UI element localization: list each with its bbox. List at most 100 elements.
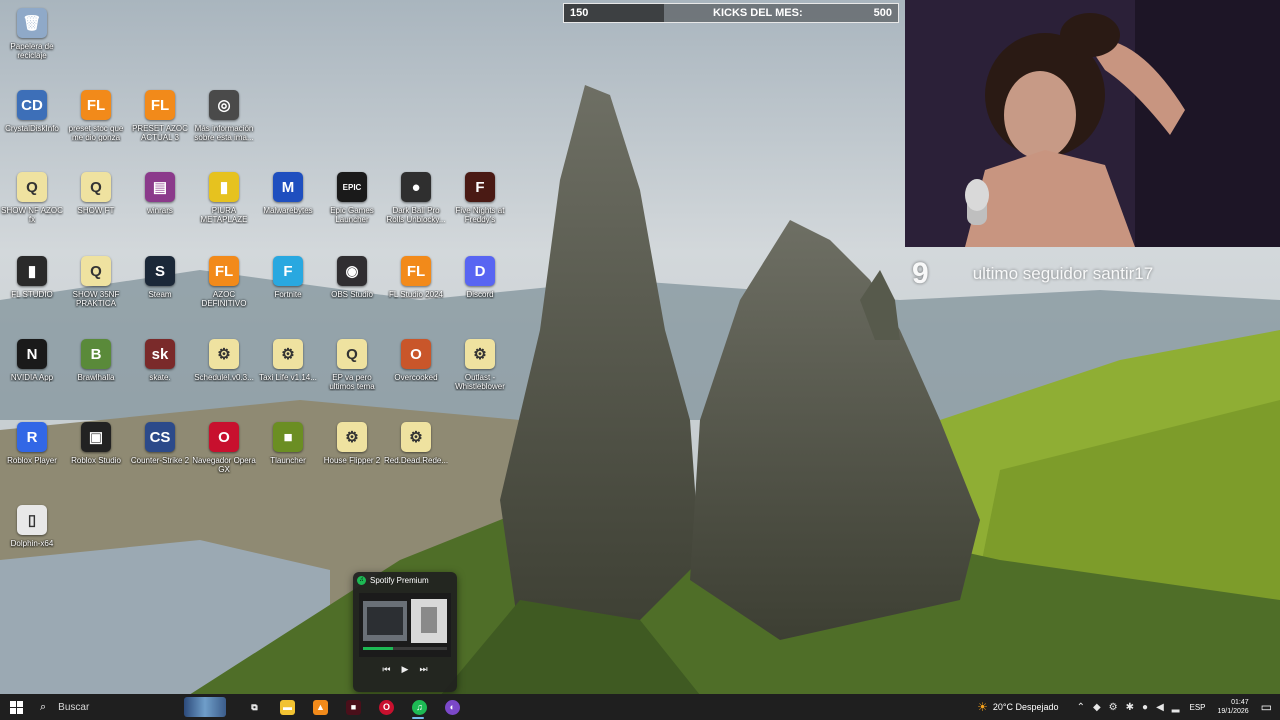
desktop-icon[interactable]: FL FL Studio 2024 — [384, 254, 448, 332]
desktop-icon[interactable]: M Malwarebytes — [256, 170, 320, 248]
desktop-icon[interactable]: ▮ PIURA METAPLAZE — [192, 170, 256, 248]
desktop-icon[interactable]: O Overcooked — [384, 337, 448, 415]
desktop-icon[interactable]: EPIC Epic Games Launcher — [320, 170, 384, 248]
app-icon: Q — [17, 172, 47, 202]
weather-widget[interactable]: ☀ 20°C Despejado — [977, 700, 1058, 714]
desktop-icon[interactable]: ⚙ Outlast - Whistleblower — [448, 337, 512, 415]
desktop-icon[interactable]: B Brawlhalla — [64, 337, 128, 415]
microphone-icon[interactable]: ● — [1142, 702, 1148, 713]
desktop-icon[interactable]: FL AZOC DEFINITIVO — [192, 254, 256, 332]
app-icon: Q — [81, 256, 111, 286]
spotify-icon: ♫ — [357, 576, 366, 585]
desktop-icon-label: PRESET AZOC ACTUAL 3 — [132, 124, 188, 142]
desktop-icon-label: Red.Dead.Rede... — [384, 456, 448, 465]
desktop-icon[interactable]: Q SHOW FT — [64, 170, 128, 248]
desktop-icon-label: Steam — [148, 290, 172, 299]
discord-purple-icon: ◐ — [445, 699, 460, 715]
desktop-icon-label: NVIDIA App — [10, 373, 54, 382]
desktop-icon[interactable]: ▣ Roblox Studio — [64, 420, 128, 498]
spotify-thumbnail-preview[interactable]: ♫ Spotify Premium ⏮ ▶ ⏭ — [353, 572, 457, 692]
network-icon[interactable]: ▂ — [1172, 702, 1180, 713]
desktop-icon[interactable]: 🗑 Papelera de reciclaje — [0, 6, 64, 84]
desktop-icon-label: PIURA METAPLAZE — [200, 206, 248, 224]
spotify-preview-title: Spotify Premium — [370, 576, 429, 585]
chevron-up-icon[interactable]: ⌃ — [1077, 702, 1085, 713]
volume-icon[interactable]: ◀ — [1156, 702, 1164, 713]
desktop-icon[interactable]: ◉ OBS Studio — [320, 254, 384, 332]
desktop-icon[interactable]: F Fortnite — [256, 254, 320, 332]
taskbar-app-task-view[interactable]: ⧉ — [238, 694, 271, 720]
opera-gx-icon: O — [379, 699, 394, 715]
app-icon: M — [273, 172, 303, 202]
desktop-icon[interactable]: Q SHOW 35NF PRAKTICA — [64, 254, 128, 332]
app-icon: ⚙ — [209, 339, 239, 369]
desktop-icon[interactable]: Q SHOW NF AZOC fx — [0, 170, 64, 248]
app-icon: O — [401, 339, 431, 369]
desktop-icon[interactable]: FL preset stoc que me dio gonza — [64, 88, 128, 166]
app-icon: B — [81, 339, 111, 369]
fl-studio-icon: ▲ — [313, 699, 328, 715]
desktop-icon[interactable]: ■ Tlauncher — [256, 420, 320, 498]
weather-text: 20°C Despejado — [992, 702, 1059, 712]
desktop-icon-label: Fortnite — [274, 290, 302, 299]
settings-tray-icon[interactable]: ⚙ — [1109, 702, 1118, 713]
app-icon: R — [17, 422, 47, 452]
app-icon: Q — [337, 339, 367, 369]
app-icon: FL — [81, 90, 111, 120]
start-button[interactable] — [0, 694, 32, 720]
desktop-icon[interactable]: S Steam — [128, 254, 192, 332]
windows-logo-icon — [9, 700, 23, 714]
taskbar-search-box[interactable]: ⌕ Buscar — [32, 694, 226, 720]
desktop-icon-label: FL STUDIO — [11, 290, 53, 299]
taskbar-app-discord-purple[interactable]: ◐ — [436, 694, 469, 720]
desktop-icon[interactable]: D Discord — [448, 254, 512, 332]
taskbar-app-spotify[interactable]: ♫ — [403, 694, 436, 720]
taskbar-app-app-dark[interactable]: ■ — [337, 694, 370, 720]
desktop-icon-label: preset stoc que me dio gonza — [68, 124, 124, 142]
desktop-icon[interactable]: CS Counter-Strike 2 — [128, 420, 192, 498]
notification-icon[interactable]: ▭ — [1261, 700, 1272, 714]
previous-track-icon[interactable]: ⏮ — [382, 664, 390, 675]
desktop-icon-label: AZOC DEFINITIVO — [201, 290, 247, 308]
desktop-icon[interactable]: ● Dark Ball Pro Rolls Unblocky... — [384, 170, 448, 248]
taskbar-app-fl-studio[interactable]: ▲ — [304, 694, 337, 720]
app-icon: F — [465, 172, 495, 202]
last-follower-text: ultimo seguidor santir17 — [972, 264, 1154, 283]
desktop-icon[interactable]: ◎ Más información sobre esta ima... — [192, 88, 256, 166]
desktop-icon[interactable]: Q EP va pero ultimos tema — [320, 337, 384, 415]
desktop-icon[interactable]: CD CrystalDiskInfo — [0, 88, 64, 166]
search-icon: ⌕ — [40, 700, 47, 713]
desktop-icon[interactable]: ⚙ Red.Dead.Rede... — [384, 420, 448, 498]
desktop-icon[interactable]: ⚙ Taxi Life v1.14... — [256, 337, 320, 415]
desktop-icon[interactable]: ⚙ ScheduleI.v0.3... — [192, 337, 256, 415]
desktop-icon-label: Malwarebytes — [263, 206, 313, 215]
spotify-icon: ♫ — [412, 699, 427, 715]
desktop-icon[interactable]: ▮ FL STUDIO — [0, 254, 64, 332]
desktop-icon[interactable]: ▤ winrars — [128, 170, 192, 248]
desktop-icon[interactable]: FL PRESET AZOC ACTUAL 3 — [128, 88, 192, 166]
taskbar-clock[interactable]: 01:47 19/1/2026 — [1218, 698, 1249, 716]
desktop-icon-label: OBS Studio — [331, 290, 373, 299]
desktop-icon[interactable]: F Five Nights at Freddy's — [448, 170, 512, 248]
next-track-icon[interactable]: ⏭ — [419, 664, 427, 675]
desktop-icon-label: Tlauncher — [270, 456, 306, 465]
desktop-icon-label: SHOW FT — [77, 206, 115, 215]
desktop-icon[interactable]: ⚙ House Flipper 2 — [320, 420, 384, 498]
bluetooth-icon[interactable]: ✱ — [1126, 702, 1134, 713]
desktop-icon[interactable]: R Roblox Player — [0, 420, 64, 498]
desktop-icon-label: Roblox Player — [7, 456, 57, 465]
desktop-icon[interactable]: ▯ Dolphin-x64 — [0, 503, 64, 581]
desktop-icon-label: Outlast - Whistleblower — [455, 373, 505, 391]
desktop-icon[interactable]: N NVIDIA App — [0, 337, 64, 415]
taskbar-app-file-explorer[interactable]: ▬ — [271, 694, 304, 720]
spotify-window-thumbnail[interactable] — [359, 593, 451, 657]
desktop-icon[interactable]: O Navegador Opera GX — [192, 420, 256, 498]
app-tray-icon[interactable]: ◆ — [1093, 702, 1101, 713]
taskbar-app-opera-gx[interactable]: O — [370, 694, 403, 720]
app-icon: ⚙ — [337, 422, 367, 452]
language-indicator[interactable]: ESP — [1189, 703, 1205, 712]
play-icon[interactable]: ▶ — [402, 664, 409, 675]
app-icon: S — [145, 256, 175, 286]
app-icon: N — [17, 339, 47, 369]
desktop-icon[interactable]: sk skate. — [128, 337, 192, 415]
